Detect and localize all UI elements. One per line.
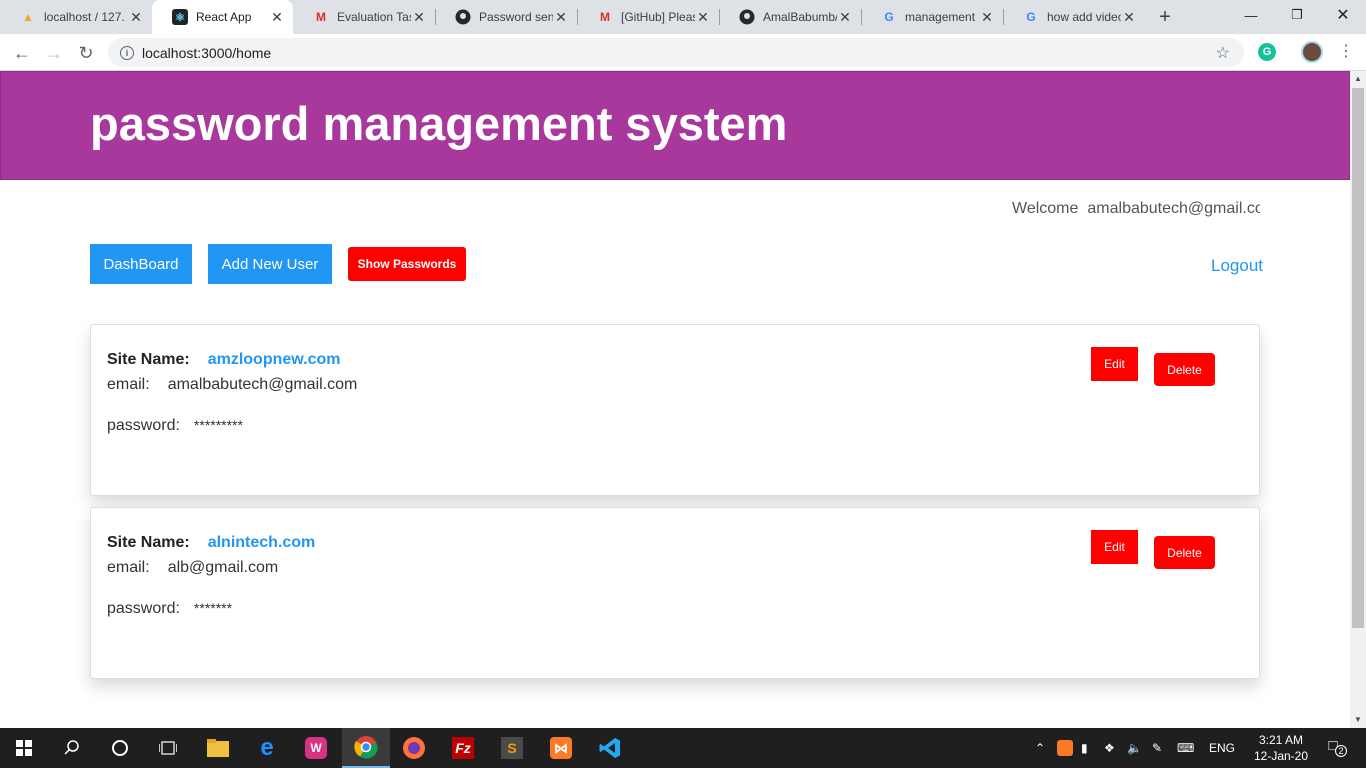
close-icon[interactable]: ✕ <box>837 9 853 26</box>
password-card: Site Name: alnintech.com email: alb@gmail.… <box>90 507 1260 679</box>
bookmark-star-icon[interactable]: ☆ <box>1216 43 1230 63</box>
password-row: password: ******* <box>107 600 233 617</box>
site-row: Site Name: alnintech.com <box>107 534 316 551</box>
vscode-icon[interactable] <box>586 728 634 768</box>
browser-tabstrip: ▲ localhost / 127. ✕ ⚛ React App ✕ M Eva… <box>0 0 1366 34</box>
tab-amalbabumb[interactable]: AmalBabumb/ ✕ <box>719 0 861 34</box>
chrome-icon[interactable] <box>342 728 390 768</box>
close-icon[interactable]: ✕ <box>553 9 569 26</box>
close-icon[interactable]: ✕ <box>269 9 285 26</box>
task-view-icon[interactable] <box>144 728 192 768</box>
dashboard-button[interactable]: DashBoard <box>90 244 192 284</box>
edge-icon[interactable]: e <box>243 728 291 768</box>
filezilla-icon[interactable]: Fz <box>439 728 487 768</box>
xampp-icon[interactable]: ⋈ <box>537 728 585 768</box>
google-icon: G <box>884 10 894 24</box>
github-icon <box>739 9 755 25</box>
site-name: amzloopnew.com <box>207 351 341 368</box>
close-icon[interactable]: ✕ <box>979 9 995 26</box>
menu-kebab-icon[interactable]: ⋮ <box>1336 42 1356 62</box>
email-value: alb@gmail.com <box>167 559 279 576</box>
close-icon[interactable]: ✕ <box>695 9 711 26</box>
page-scrollbar[interactable]: ▲ ▼ <box>1350 71 1366 728</box>
wamp-icon[interactable]: W <box>292 728 340 768</box>
google-icon: G <box>1026 10 1036 24</box>
language-indicator[interactable]: ENG <box>1209 741 1235 755</box>
page-viewport: password management system Welcome amalba… <box>0 71 1350 728</box>
forward-button[interactable]: → <box>42 41 66 65</box>
gmail-icon: M <box>600 10 610 24</box>
react-icon: ⚛ <box>172 9 188 25</box>
tab-github-please[interactable]: M [GitHub] Please ✕ <box>577 0 719 34</box>
tab-react-app[interactable]: ⚛ React App ✕ <box>152 0 293 34</box>
sublime-icon[interactable]: S <box>488 728 536 768</box>
password-card: Site Name: amzloopnew.com email: amalbabut… <box>90 324 1260 496</box>
page-title: password management system <box>90 97 788 150</box>
xampp-tray-icon[interactable] <box>1057 740 1073 756</box>
clock-time: 3:21 AM <box>1258 733 1304 747</box>
close-icon[interactable]: ✕ <box>128 9 144 26</box>
address-bar[interactable]: i localhost:3000/home ☆ <box>108 38 1244 67</box>
new-tab-button[interactable]: + <box>1154 6 1176 28</box>
edit-button[interactable]: Edit <box>1091 347 1138 381</box>
notification-count-badge: 2 <box>1335 745 1347 757</box>
volume-icon[interactable]: 🔈 <box>1127 741 1143 755</box>
pen-icon[interactable]: ✎ <box>1152 741 1168 755</box>
url-text: localhost:3000/home <box>142 44 272 61</box>
close-window-button[interactable]: ✕ <box>1320 0 1366 30</box>
email-row: email: alb@gmail.com <box>107 559 279 576</box>
wifi-icon[interactable]: ❖ <box>1104 741 1120 755</box>
system-clock[interactable]: 3:21 AM 12-Jan-20 <box>1250 732 1312 764</box>
scroll-up-arrow-icon[interactable]: ▲ <box>1350 71 1366 87</box>
site-name: alnintech.com <box>207 534 316 551</box>
clock-date: 12-Jan-20 <box>1253 749 1309 763</box>
delete-button[interactable]: Delete <box>1154 536 1215 569</box>
delete-button[interactable]: Delete <box>1154 353 1215 386</box>
grammarly-extension-icon[interactable]: G <box>1258 43 1276 61</box>
cortana-icon[interactable] <box>96 728 144 768</box>
windows-start-icon[interactable] <box>0 728 48 768</box>
github-icon <box>455 9 471 25</box>
tab-evaluation[interactable]: M Evaluation Task ✕ <box>293 0 435 34</box>
windows-taskbar: e W Fz S ⋈ ⌃ ▮ ❖ 🔈 ✎ ⌨ ENG 3:21 AM 12-Ja… <box>0 728 1366 768</box>
tab-password-sent[interactable]: Password sent ✕ <box>435 0 577 34</box>
restore-button[interactable]: ❐ <box>1274 0 1320 30</box>
edit-button[interactable]: Edit <box>1091 530 1138 564</box>
minimize-button[interactable]: — <box>1228 0 1274 30</box>
welcome-text: Welcome amalbabutech@gmail.com <box>1012 200 1260 218</box>
tab-management[interactable]: G management - ✕ <box>861 0 1003 34</box>
email-value: amalbabutech@gmail.com <box>167 376 358 393</box>
scroll-down-arrow-icon[interactable]: ▼ <box>1350 712 1366 728</box>
browser-toolbar: ← → ↻ i localhost:3000/home ☆ G ⋮ <box>0 34 1366 71</box>
file-explorer-icon[interactable] <box>194 728 242 768</box>
close-icon[interactable]: ✕ <box>1121 9 1137 26</box>
password-value: ********* <box>193 417 243 433</box>
password-value: ******* <box>193 600 233 616</box>
user-email: amalbabutech@gmail.com <box>1087 200 1260 217</box>
logout-link[interactable]: Logout <box>1211 256 1263 276</box>
battery-icon[interactable]: ▮ <box>1081 741 1097 755</box>
notification-center-icon[interactable]: □ 2 <box>1322 737 1347 759</box>
reload-button[interactable]: ↻ <box>74 41 98 65</box>
profile-avatar[interactable] <box>1301 41 1323 63</box>
system-tray: ⌃ ▮ ❖ 🔈 ✎ ⌨ ENG <box>1032 728 1235 768</box>
email-row: email: amalbabutech@gmail.com <box>107 376 358 393</box>
tab-how-add-video[interactable]: G how add video ✕ <box>1003 0 1145 34</box>
show-passwords-button[interactable]: Show Passwords <box>348 247 466 281</box>
scrollbar-thumb[interactable] <box>1352 88 1364 628</box>
gmail-icon: M <box>316 10 326 24</box>
back-button[interactable]: ← <box>10 41 34 65</box>
search-icon[interactable] <box>48 728 96 768</box>
add-new-user-button[interactable]: Add New User <box>208 244 332 284</box>
show-hidden-icons-icon[interactable]: ⌃ <box>1032 741 1048 755</box>
tab-phpmyadmin[interactable]: ▲ localhost / 127. ✕ <box>0 0 152 34</box>
firefox-icon[interactable] <box>390 728 438 768</box>
phpmyadmin-icon: ▲ <box>22 10 34 24</box>
info-icon[interactable]: i <box>120 45 134 60</box>
close-icon[interactable]: ✕ <box>411 9 427 26</box>
page-header: password management system <box>0 71 1350 180</box>
keyboard-icon[interactable]: ⌨ <box>1177 741 1199 755</box>
password-row: password: ********* <box>107 417 243 434</box>
site-row: Site Name: amzloopnew.com <box>107 351 341 368</box>
